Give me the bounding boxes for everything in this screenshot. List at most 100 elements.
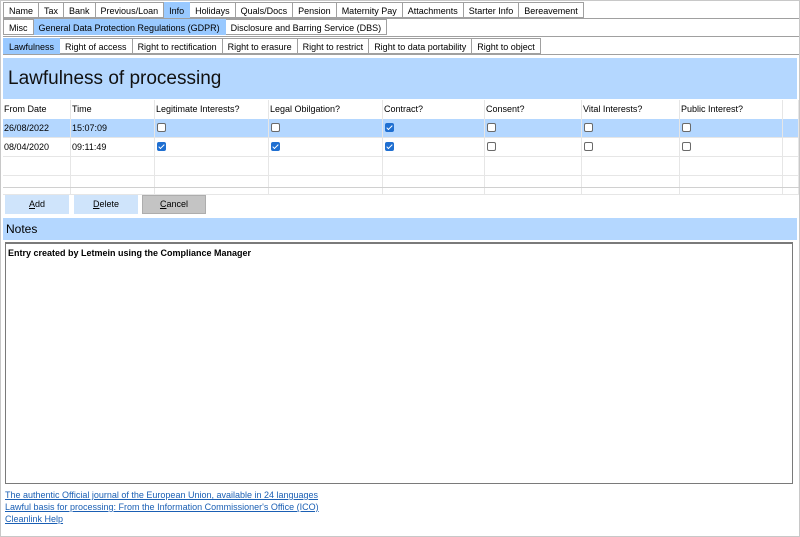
link-ico-lawful-basis[interactable]: Lawful basis for processing: From the In…: [5, 502, 319, 512]
legal-obligation-checkbox[interactable]: [271, 123, 280, 132]
public-interest-checkbox[interactable]: [682, 142, 691, 151]
employee-window: Name Tax Bank Previous/Loan Info Holidays Qual…: [0, 0, 800, 537]
tab-starter-info[interactable]: Starter Info: [463, 2, 520, 18]
tab-right-to-object[interactable]: Right to object: [472, 38, 541, 54]
empty-cell: [485, 176, 582, 194]
tab-bereavement[interactable]: Bereavement: [519, 2, 584, 18]
grid-header-row: From Date Time Legitimate Interests? Legal …: [3, 100, 799, 119]
link-eu-official-journal[interactable]: The authentic Official journal of the Eu…: [5, 490, 318, 500]
tab-holidays[interactable]: Holidays: [190, 2, 236, 18]
tab-disclosure-and-barring-service-dbs[interactable]: Disclosure and Barring Service (DBS): [225, 19, 388, 35]
empty-cell: [783, 157, 799, 175]
empty-cell: [383, 176, 485, 194]
cancel-button-label: ancel: [166, 199, 188, 209]
row-filler: [783, 119, 799, 137]
tab-right-to-restrict[interactable]: Right to restrict: [297, 38, 370, 54]
from-date-cell[interactable]: 26/08/2022: [3, 119, 71, 137]
link-cleanlink-help[interactable]: Cleanlink Help: [5, 514, 63, 524]
tab-attachments[interactable]: Attachments: [402, 2, 464, 18]
contract-cell: [383, 119, 485, 137]
time-cell[interactable]: 15:07:09: [71, 119, 155, 137]
add-button[interactable]: Add: [5, 195, 69, 214]
notes-label: Notes: [6, 222, 38, 236]
tab-right-to-erasure[interactable]: Right to erasure: [222, 38, 298, 54]
legal-obligation-cell: [269, 119, 383, 137]
consent-checkbox[interactable]: [487, 142, 496, 151]
tab-quals-docs[interactable]: Quals/Docs: [235, 2, 294, 18]
vital-interests-checkbox[interactable]: [584, 123, 593, 132]
notes-header: Notes: [3, 218, 797, 240]
legal-obligation-cell: [269, 138, 383, 156]
column-header-filler: [783, 100, 799, 119]
empty-cell: [783, 176, 799, 194]
info-subtab-row: Misc General Data Protection Regulations …: [3, 19, 388, 36]
column-header-consent[interactable]: Consent?: [485, 100, 582, 119]
tab-misc[interactable]: Misc: [3, 19, 34, 35]
empty-cell: [155, 176, 269, 194]
notes-textarea[interactable]: Entry created by Letmein using the Compl…: [5, 242, 793, 484]
from-date-cell[interactable]: 08/04/2020: [3, 138, 71, 156]
main-tab-row: Name Tax Bank Previous/Loan Info Holidays Qual…: [3, 2, 584, 19]
empty-cell: [3, 157, 71, 175]
empty-row: [3, 176, 799, 195]
column-header-time[interactable]: Time: [71, 100, 155, 119]
contract-cell: [383, 138, 485, 156]
section-title: Lawfulness of processing: [8, 68, 222, 89]
tab-right-to-data-portability[interactable]: Right to data portability: [369, 38, 473, 54]
legitimate-interests-checkbox[interactable]: [157, 142, 166, 151]
table-row[interactable]: 26/08/2022 15:07:09: [3, 119, 799, 138]
tab-right-to-rectification[interactable]: Right to rectification: [132, 38, 223, 54]
consent-cell: [485, 138, 582, 156]
contract-checkbox[interactable]: [385, 142, 394, 151]
gdpr-subtab-row: Lawfulness Right of access Right to rectif…: [3, 38, 541, 55]
cancel-button[interactable]: Cancel: [142, 195, 206, 214]
empty-cell: [71, 176, 155, 194]
empty-cell: [3, 176, 71, 194]
column-header-public-interest[interactable]: Public Interest?: [680, 100, 783, 119]
vital-interests-cell: [582, 119, 680, 137]
column-header-contract[interactable]: Contract?: [383, 100, 485, 119]
add-button-label: dd: [35, 199, 46, 209]
section-header: Lawfulness of processing: [3, 58, 797, 99]
contract-checkbox[interactable]: [385, 123, 394, 132]
tab-lawfulness[interactable]: Lawfulness: [3, 38, 61, 54]
vital-interests-checkbox[interactable]: [584, 142, 593, 151]
column-header-legitimate-interests[interactable]: Legitimate Interests?: [155, 100, 269, 119]
table-row[interactable]: 08/04/2020 09:11:49: [3, 138, 799, 157]
time-cell[interactable]: 09:11:49: [71, 138, 155, 156]
empty-cell: [582, 176, 680, 194]
column-header-vital-interests[interactable]: Vital Interests?: [582, 100, 680, 119]
public-interest-cell: [680, 138, 783, 156]
tab-tax[interactable]: Tax: [39, 2, 65, 18]
empty-cell: [680, 157, 783, 175]
consent-cell: [485, 119, 582, 137]
public-interest-checkbox[interactable]: [682, 123, 691, 132]
tab-maternity-pay[interactable]: Maternity Pay: [336, 2, 403, 18]
tab-info[interactable]: Info: [164, 2, 191, 18]
lawfulness-grid[interactable]: From Date Time Legitimate Interests? Legal …: [3, 100, 799, 195]
grid-bottom-border: [3, 187, 799, 188]
tab-previous-loan[interactable]: Previous/Loan: [95, 2, 165, 18]
delete-button[interactable]: Delete: [74, 195, 138, 214]
tab-general-data-protection-regulations-gdpr[interactable]: General Data Protection Regulations (GDP…: [33, 19, 226, 35]
public-interest-cell: [680, 119, 783, 137]
tab-right-of-access[interactable]: Right of access: [60, 38, 133, 54]
column-header-legal-obilgation[interactable]: Legal Obilgation?: [269, 100, 383, 119]
delete-button-label: elete: [99, 199, 120, 209]
tab-name[interactable]: Name: [3, 2, 40, 18]
legal-obligation-checkbox[interactable]: [271, 142, 280, 151]
empty-cell: [269, 176, 383, 194]
legitimate-interests-cell: [155, 138, 269, 156]
legitimate-interests-cell: [155, 119, 269, 137]
empty-cell: [680, 176, 783, 194]
empty-cell: [383, 157, 485, 175]
empty-cell: [582, 157, 680, 175]
consent-checkbox[interactable]: [487, 123, 496, 132]
empty-cell: [485, 157, 582, 175]
legitimate-interests-checkbox[interactable]: [157, 123, 166, 132]
tab-divider: [3, 54, 799, 55]
column-header-from-date[interactable]: From Date: [3, 100, 71, 119]
notes-text: Entry created by Letmein using the Compl…: [8, 248, 252, 258]
tab-pension[interactable]: Pension: [293, 2, 337, 18]
tab-bank[interactable]: Bank: [64, 2, 96, 18]
